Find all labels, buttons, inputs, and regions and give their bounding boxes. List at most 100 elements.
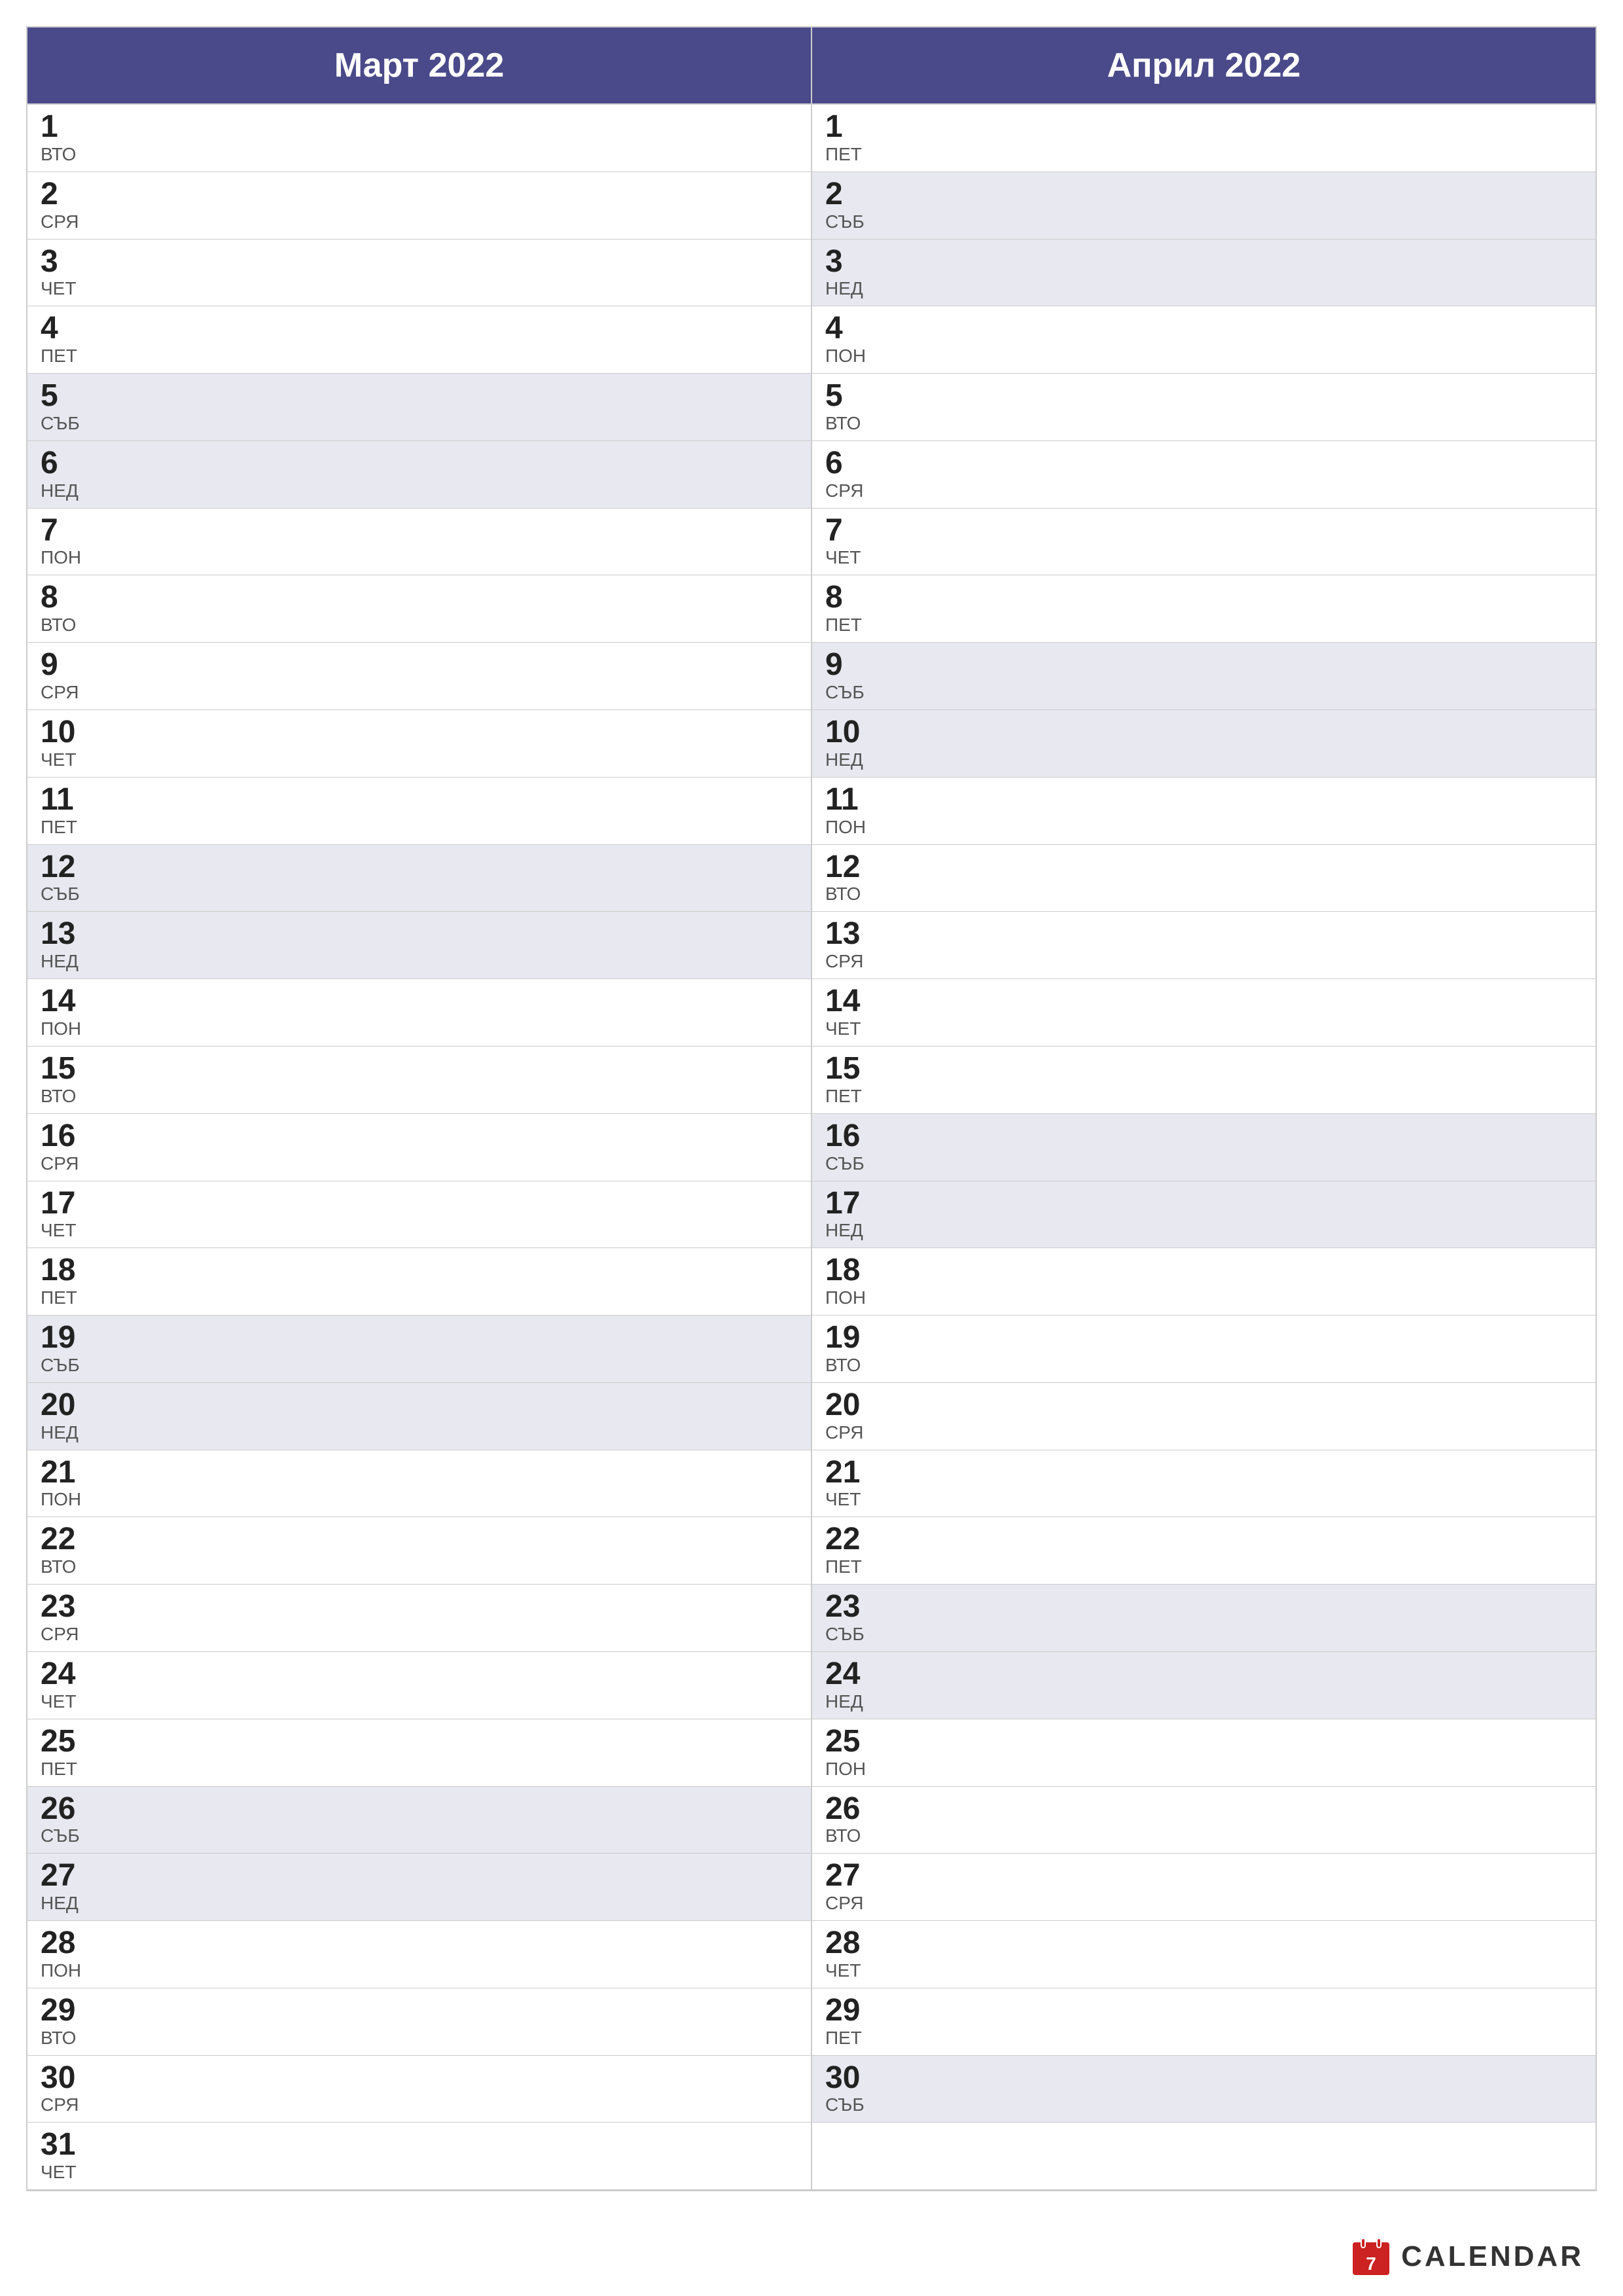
- day-name: СЪБ: [41, 1355, 798, 1376]
- day-row: 29ВТО: [27, 1988, 811, 2056]
- day-row: 3ЧЕТ: [27, 240, 811, 307]
- day-number: 27: [41, 1859, 798, 1893]
- day-name: ВТО: [825, 414, 1582, 434]
- day-number: 18: [825, 1253, 1582, 1288]
- day-number: 29: [41, 1994, 798, 2028]
- day-name: СРЯ: [41, 2095, 798, 2115]
- month-col-0: Март 20221ВТО2СРЯ3ЧЕТ4ПЕТ5СЪБ6НЕД7ПОН8ВТ…: [27, 27, 812, 2190]
- day-name: ПЕТ: [825, 1086, 1582, 1107]
- day-row: 7ЧЕТ: [812, 509, 1596, 576]
- day-name: ВТО: [41, 615, 798, 636]
- day-row: 10ЧЕТ: [27, 710, 811, 778]
- day-row: 6НЕД: [27, 441, 811, 509]
- day-name: ВТО: [41, 1086, 798, 1107]
- day-number: 6: [41, 446, 798, 481]
- brand-text: CALENDAR: [1401, 2240, 1584, 2273]
- day-row: 29ПЕТ: [812, 1988, 1596, 2056]
- day-row: 4ПЕТ: [27, 306, 811, 374]
- days-container-1: 1ПЕТ2СЪБ3НЕД4ПОН5ВТО6СРЯ7ЧЕТ8ПЕТ9СЪБ10НЕ…: [812, 105, 1596, 2190]
- day-row: 15ПЕТ: [812, 1047, 1596, 1114]
- day-number: 7: [825, 514, 1582, 548]
- day-name: ВТО: [825, 1355, 1582, 1376]
- day-number: 23: [825, 1590, 1582, 1624]
- day-row: 1ВТО: [27, 105, 811, 172]
- day-row: 8ПЕТ: [812, 575, 1596, 643]
- day-number: 13: [41, 917, 798, 952]
- day-row: 18ПЕТ: [27, 1248, 811, 1316]
- day-number: 7: [41, 514, 798, 548]
- day-number: 22: [825, 1522, 1582, 1557]
- day-name: СРЯ: [825, 1423, 1582, 1443]
- day-row: 16СЪБ: [812, 1114, 1596, 1181]
- brand: 7 CALENDAR: [1351, 2237, 1584, 2276]
- day-number: 31: [41, 2128, 798, 2162]
- day-number: 28: [41, 1926, 798, 1961]
- day-row: 5СЪБ: [27, 374, 811, 441]
- day-name: ЧЕТ: [41, 279, 798, 299]
- calendar-grid: Март 20221ВТО2СРЯ3ЧЕТ4ПЕТ5СЪБ6НЕД7ПОН8ВТ…: [26, 26, 1597, 2191]
- day-row: 12ВТО: [812, 845, 1596, 912]
- day-name: ПОН: [41, 1490, 798, 1510]
- day-number: 15: [825, 1052, 1582, 1086]
- day-row: 17ЧЕТ: [27, 1181, 811, 1249]
- day-row: 22ВТО: [27, 1517, 811, 1585]
- day-number: 20: [41, 1388, 798, 1423]
- day-name: ПОН: [825, 1288, 1582, 1308]
- day-row: 19ВТО: [812, 1316, 1596, 1383]
- day-row: 17НЕД: [812, 1181, 1596, 1249]
- day-number: 12: [825, 850, 1582, 885]
- day-name: СРЯ: [825, 1893, 1582, 1914]
- day-number: 16: [41, 1119, 798, 1154]
- day-row: 25ПЕТ: [27, 1719, 811, 1787]
- day-name: ПОН: [41, 1961, 798, 1981]
- day-row: 30СЪБ: [812, 2056, 1596, 2123]
- day-number: 12: [41, 850, 798, 885]
- day-number: 19: [41, 1321, 798, 1355]
- day-row: 28ПОН: [27, 1921, 811, 1988]
- day-name: СРЯ: [41, 1624, 798, 1645]
- day-name: ПЕТ: [41, 346, 798, 367]
- day-name: СЪБ: [825, 212, 1582, 232]
- day-row: 2СЪБ: [812, 172, 1596, 240]
- day-number: 3: [41, 245, 798, 279]
- day-number: 6: [825, 446, 1582, 481]
- day-row: 19СЪБ: [27, 1316, 811, 1383]
- day-name: СРЯ: [825, 481, 1582, 501]
- day-row: 22ПЕТ: [812, 1517, 1596, 1585]
- day-row: 9СРЯ: [27, 643, 811, 710]
- month-header-1: Април 2022: [812, 27, 1596, 105]
- day-name: НЕД: [825, 1692, 1582, 1712]
- day-name: СРЯ: [825, 952, 1582, 972]
- days-container-0: 1ВТО2СРЯ3ЧЕТ4ПЕТ5СЪБ6НЕД7ПОН8ВТО9СРЯ10ЧЕ…: [27, 105, 811, 2190]
- day-row: 3НЕД: [812, 240, 1596, 307]
- day-number: 24: [41, 1657, 798, 1692]
- day-number: 9: [825, 648, 1582, 683]
- day-number: 10: [825, 715, 1582, 750]
- day-row: 21ПОН: [27, 1450, 811, 1518]
- day-name: НЕД: [41, 1893, 798, 1914]
- day-number: 26: [825, 1792, 1582, 1827]
- day-name: ЧЕТ: [41, 1221, 798, 1241]
- svg-text:7: 7: [1366, 2253, 1376, 2274]
- day-name: НЕД: [41, 481, 798, 501]
- day-number: 19: [825, 1321, 1582, 1355]
- day-number: 1: [41, 110, 798, 145]
- day-row: 27СРЯ: [812, 1854, 1596, 1921]
- day-name: ПЕТ: [825, 145, 1582, 165]
- day-name: ПОН: [825, 346, 1582, 367]
- day-name: СЪБ: [825, 1154, 1582, 1174]
- day-row: 5ВТО: [812, 374, 1596, 441]
- day-row: 2СРЯ: [27, 172, 811, 240]
- day-number: 17: [41, 1187, 798, 1221]
- day-name: СРЯ: [41, 212, 798, 232]
- day-name: НЕД: [41, 952, 798, 972]
- day-name: ПЕТ: [41, 1759, 798, 1780]
- day-row: 28ЧЕТ: [812, 1921, 1596, 1988]
- day-number: 2: [41, 177, 798, 212]
- day-row: 12СЪБ: [27, 845, 811, 912]
- day-number: 8: [41, 581, 798, 615]
- day-row: 10НЕД: [812, 710, 1596, 778]
- day-row: 9СЪБ: [812, 643, 1596, 710]
- day-name: НЕД: [825, 279, 1582, 299]
- day-name: ЧЕТ: [41, 750, 798, 770]
